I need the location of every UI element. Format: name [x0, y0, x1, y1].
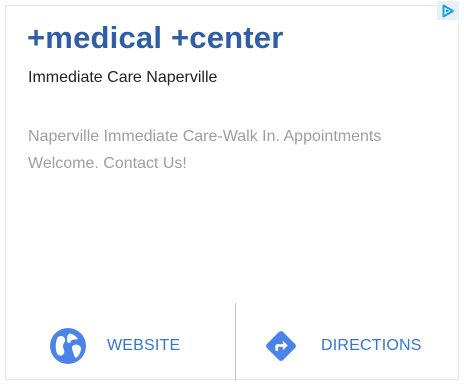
action-divider: [235, 303, 236, 381]
website-label: WEBSITE: [107, 337, 181, 354]
directions-label: DIRECTIONS: [321, 337, 422, 354]
ad-headline[interactable]: +medical +center: [27, 20, 284, 56]
adchoices-button[interactable]: [437, 1, 459, 20]
ad-card: +medical +center Immediate Care Napervil…: [5, 1, 459, 381]
adchoices-icon: [442, 4, 454, 17]
ad-description: Naperville Immediate Care-Walk In. Appoi…: [28, 128, 382, 172]
directions-button[interactable]: DIRECTIONS: [263, 328, 422, 364]
globe-icon: [50, 328, 86, 364]
website-button[interactable]: WEBSITE: [50, 328, 180, 364]
directions-icon: [263, 328, 299, 364]
advertiser-name: Immediate Care Naperville: [28, 69, 218, 86]
